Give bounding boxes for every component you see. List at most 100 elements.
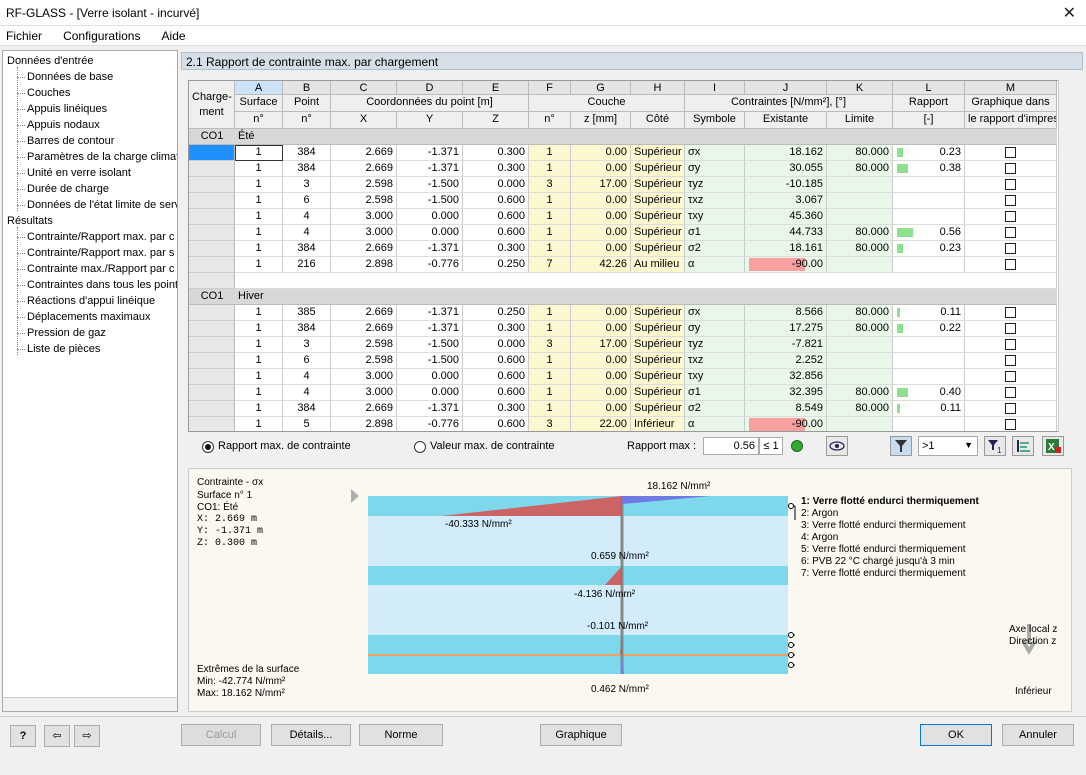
cell-point[interactable]: 6 xyxy=(283,193,331,209)
cell-z[interactable]: 0.300 xyxy=(463,321,529,337)
nav-group-results[interactable]: Résultats xyxy=(7,213,53,229)
cell-x[interactable]: 2.669 xyxy=(331,321,397,337)
cell-limit[interactable]: 80.000 xyxy=(827,241,893,257)
column-letter-K[interactable]: K xyxy=(827,81,893,95)
cell-symbol[interactable]: σx xyxy=(685,305,745,321)
cell-z[interactable]: 0.600 xyxy=(463,353,529,369)
cell-symbol[interactable]: τxz xyxy=(685,353,745,369)
row-header[interactable] xyxy=(189,401,235,417)
row-header[interactable] xyxy=(189,305,235,321)
cell-symbol[interactable]: σ1 xyxy=(685,225,745,241)
cell-existing[interactable]: 3.067 xyxy=(745,193,827,209)
cell-z[interactable]: 0.300 xyxy=(463,241,529,257)
cell-ratio[interactable] xyxy=(893,417,965,431)
nav-item-sls[interactable]: Données de l'état limite de serv xyxy=(16,197,177,213)
cell-symbol[interactable]: τyz xyxy=(685,177,745,193)
cell-limit[interactable] xyxy=(827,337,893,353)
cell-point[interactable]: 4 xyxy=(283,369,331,385)
cell-ratio[interactable] xyxy=(893,209,965,225)
cell-point[interactable]: 384 xyxy=(283,321,331,337)
cell-existing[interactable]: 32.856 xyxy=(745,369,827,385)
nav-item-unit[interactable]: Unité en verre isolant xyxy=(17,165,131,181)
cell-point[interactable]: 6 xyxy=(283,353,331,369)
nav-item-contour[interactable]: Barres de contour xyxy=(16,133,114,149)
cell-ratio[interactable]: 0.40 xyxy=(893,385,965,401)
calc-button[interactable]: Calcul xyxy=(181,724,261,746)
print-graphic-checkbox[interactable] xyxy=(1005,147,1016,158)
cell-layer[interactable]: 1 xyxy=(529,401,571,417)
print-graphic-checkbox[interactable] xyxy=(1005,163,1016,174)
cell-y[interactable]: -0.776 xyxy=(397,417,463,431)
cell-ratio[interactable]: 0.22 xyxy=(893,321,965,337)
nav-item-result-7[interactable]: Pression de gaz xyxy=(17,325,106,341)
cell-y[interactable]: -1.371 xyxy=(397,161,463,177)
cell-surface[interactable]: 1 xyxy=(235,177,283,193)
column-letter-I[interactable]: I xyxy=(685,81,745,95)
cell-z[interactable]: 0.600 xyxy=(463,225,529,241)
cell-limit[interactable] xyxy=(827,193,893,209)
row-header[interactable] xyxy=(189,177,235,193)
cell-point[interactable]: 5 xyxy=(283,417,331,431)
menu-configurations[interactable]: Configurations xyxy=(63,29,140,43)
cell-y[interactable]: -1.500 xyxy=(397,353,463,369)
print-graphic-checkbox[interactable] xyxy=(1005,355,1016,366)
cell-surface[interactable]: 1 xyxy=(235,193,283,209)
cell-existing[interactable]: 2.252 xyxy=(745,353,827,369)
cell-ratio[interactable] xyxy=(893,257,965,273)
cell-x[interactable]: 2.669 xyxy=(331,161,397,177)
cell-existing[interactable]: -10.185 xyxy=(745,177,827,193)
cell-existing[interactable]: 8.566 xyxy=(745,305,827,321)
cell-z-mm[interactable]: 0.00 xyxy=(571,161,631,177)
row-header[interactable] xyxy=(189,161,235,177)
cell-limit[interactable] xyxy=(827,177,893,193)
print-graphic-checkbox[interactable] xyxy=(1005,243,1016,254)
column-letter-M[interactable]: M xyxy=(965,81,1057,95)
cell-limit[interactable] xyxy=(827,369,893,385)
cell-limit[interactable]: 80.000 xyxy=(827,401,893,417)
cell-z-mm[interactable]: 17.00 xyxy=(571,177,631,193)
cell-existing[interactable]: 18.162 xyxy=(745,145,827,161)
cell-y[interactable]: -1.371 xyxy=(397,241,463,257)
cell-z-mm[interactable]: 22.00 xyxy=(571,417,631,431)
cell-z[interactable]: 0.000 xyxy=(463,177,529,193)
details-button[interactable]: Détails... xyxy=(271,724,351,746)
cell-side[interactable]: Supérieur xyxy=(631,241,685,257)
cell-y[interactable]: -1.371 xyxy=(397,305,463,321)
column-letter-D[interactable]: D xyxy=(397,81,463,95)
cell-existing[interactable]: 45.360 xyxy=(745,209,827,225)
menu-aide[interactable]: Aide xyxy=(162,29,186,43)
table-vscrollbar[interactable] xyxy=(1058,80,1072,432)
column-letter-A[interactable]: A xyxy=(235,81,283,95)
cell-point[interactable]: 385 xyxy=(283,305,331,321)
nav-item-nodal-supports[interactable]: Appuis nodaux xyxy=(17,117,100,133)
cell-point[interactable]: 4 xyxy=(283,225,331,241)
cell-ratio[interactable] xyxy=(893,337,965,353)
print-graphic-checkbox[interactable] xyxy=(1005,195,1016,206)
cell-symbol[interactable]: σ2 xyxy=(685,401,745,417)
cell-x[interactable]: 2.898 xyxy=(331,417,397,431)
cell-layer[interactable]: 1 xyxy=(529,225,571,241)
cell-x[interactable]: 2.669 xyxy=(331,401,397,417)
cell-y[interactable]: -1.500 xyxy=(397,193,463,209)
cell-z-mm[interactable]: 42.26 xyxy=(571,257,631,273)
cell-side[interactable]: Supérieur xyxy=(631,209,685,225)
ok-button[interactable]: OK xyxy=(920,724,992,746)
cell-x[interactable]: 2.898 xyxy=(331,257,397,273)
cell-ratio[interactable] xyxy=(893,353,965,369)
radio-max-value[interactable] xyxy=(414,441,426,453)
menu-fichier[interactable]: Fichier xyxy=(6,29,42,43)
cell-surface[interactable]: 1 xyxy=(235,145,283,161)
print-graphic-checkbox[interactable] xyxy=(1005,387,1016,398)
nav-item-result-2[interactable]: Contrainte/Rapport max. par s xyxy=(16,245,174,261)
nav-item-duration[interactable]: Durée de charge xyxy=(17,181,109,197)
filter-ratio-button[interactable]: 1 xyxy=(984,436,1006,456)
cell-layer[interactable]: 1 xyxy=(529,321,571,337)
cell-point[interactable]: 3 xyxy=(283,177,331,193)
cell-side[interactable]: Supérieur xyxy=(631,225,685,241)
norme-button[interactable]: Norme xyxy=(359,724,443,746)
cell-side[interactable]: Inférieur xyxy=(631,417,685,431)
cell-layer[interactable]: 1 xyxy=(529,353,571,369)
nav-item-result-5[interactable]: Réactions d'appui linéique xyxy=(16,293,155,309)
cell-limit[interactable]: 80.000 xyxy=(827,161,893,177)
cell-symbol[interactable]: τyz xyxy=(685,337,745,353)
